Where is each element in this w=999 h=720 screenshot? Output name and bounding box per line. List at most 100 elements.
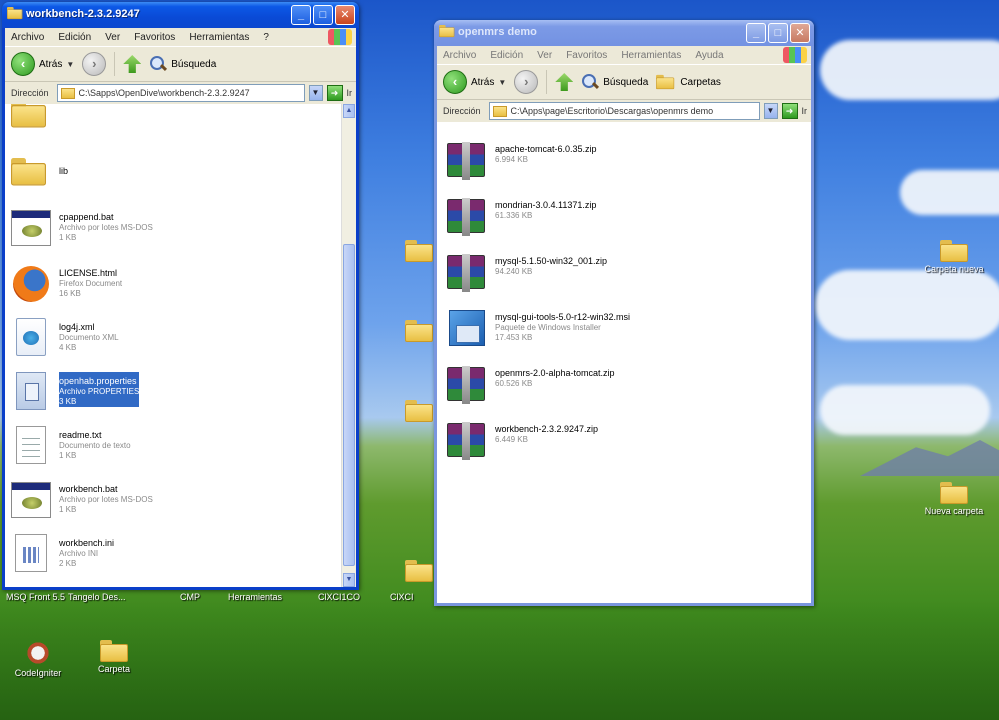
search-button[interactable]: Búsqueda [149,55,216,73]
folders-icon [656,74,675,90]
chevron-down-icon[interactable]: ▼ [66,60,74,69]
address-field[interactable]: C:\Sapps\OpenDive\workbench-2.3.2.9247 [56,84,305,102]
file-size: 4 KB [59,343,77,352]
scroll-up-arrow-icon[interactable]: ▲ [343,104,355,118]
file-item[interactable]: mondrian-3.0.4.11371.zip 61.336 KB [447,196,596,236]
file-item[interactable] [11,104,59,134]
file-size: 1 KB [59,451,77,460]
minimize-button[interactable]: _ [291,5,311,25]
close-button[interactable]: ✕ [790,23,810,43]
address-dropdown-button[interactable]: ▼ [763,103,778,119]
folder-up-button[interactable] [555,73,574,91]
file-item[interactable]: mysql-5.1.50-win32_001.zip 94.240 KB [447,252,607,292]
desktop-icon-label: Carpeta [97,664,131,674]
file-item-selected[interactable]: openhab.properties Archivo PROPERTIES 3 … [11,372,140,412]
folder-icon [492,105,507,117]
file-item[interactable]: cpappend.bat Archivo por lotes MS-DOS 1 … [11,208,153,248]
maximize-button[interactable]: □ [313,5,333,25]
folder-icon [405,560,433,582]
folder-icon [11,104,46,128]
batch-file-icon [11,210,51,246]
winrar-archive-icon [447,254,485,292]
file-item[interactable]: log4j.xml Documento XML 4 KB [11,318,119,358]
file-item[interactable]: workbench.bat Archivo por lotes MS-DOS 1… [11,480,153,520]
menu-ayuda[interactable]: Ayuda [695,50,723,61]
scroll-down-arrow-icon[interactable]: ▼ [343,573,355,587]
menu-edicion[interactable]: Edición [58,32,91,43]
close-button[interactable]: ✕ [335,5,355,25]
file-type: Firefox Document [59,279,123,288]
desktop-icon-label[interactable]: Herramientas [228,592,282,602]
file-type: Archivo PROPERTIES [59,387,140,396]
scrollbar-thumb[interactable] [343,244,355,566]
menu-archivo[interactable]: Archivo [11,32,44,43]
file-list[interactable]: apache-tomcat-6.0.35.zip 6.994 KB mondri… [437,122,811,603]
explorer-window-openmrs[interactable]: openmrs demo _ □ ✕ Archivo Edición Ver F… [434,20,814,606]
desktop-icon-label[interactable]: CMP [180,592,200,602]
folders-button[interactable]: Carpetas [656,71,721,93]
back-button[interactable]: ‹ Atrás ▼ [443,70,506,94]
go-button[interactable]: ➜ [781,103,798,119]
file-item[interactable]: workbench-2.3.2.9247.zip 6.449 KB [447,420,598,460]
minimize-button[interactable]: _ [746,23,766,43]
windows-logo-icon [328,29,352,45]
menu-herramientas[interactable]: Herramientas [621,50,681,61]
menu-favoritos[interactable]: Favoritos [134,32,175,43]
window-title: openmrs demo [458,26,537,38]
file-type: Documento XML [59,333,119,342]
file-name: cpappend.bat [59,212,114,222]
codeigniter-icon [24,640,52,666]
menu-ver[interactable]: Ver [537,50,552,61]
desktop-icon-label[interactable]: ClXCI1CO [318,592,360,602]
desktop-icon-label[interactable]: Tangelo Des... [68,592,126,602]
batch-file-icon [11,482,51,518]
file-item[interactable]: mysql-gui-tools-5.0-r12-win32.msi Paquet… [447,308,630,348]
address-dropdown-button[interactable]: ▼ [308,85,323,101]
file-item[interactable]: apache-tomcat-6.0.35.zip 6.994 KB [447,140,597,180]
maximize-button[interactable]: □ [768,23,788,43]
file-size: 1 KB [59,505,77,514]
menu-herramientas[interactable]: Herramientas [189,32,249,43]
title-bar[interactable]: workbench-2.3.2.9247 _ □ ✕ [2,2,359,28]
file-name: readme.txt [59,430,102,440]
title-bar[interactable]: openmrs demo _ □ ✕ [434,20,814,46]
explorer-window-workbench[interactable]: workbench-2.3.2.9247 _ □ ✕ Archivo Edici… [2,2,359,590]
file-item[interactable]: lib [11,152,68,192]
desktop-icon-label[interactable]: MSQ Front 5.5 [6,592,65,602]
folder-icon [7,7,23,21]
file-item[interactable]: workbench.ini Archivo INI 2 KB [11,534,114,574]
file-item[interactable]: openmrs-2.0-alpha-tomcat.zip 60.526 KB [447,364,615,404]
menu-ayuda[interactable]: ? [263,32,269,43]
desktop-icon[interactable]: Carpeta nueva [918,240,990,275]
winrar-archive-icon [447,142,485,180]
desktop-icon-label[interactable]: ClXCI [390,592,414,602]
menu-bar: Archivo Edición Ver Favoritos Herramient… [437,46,811,65]
menu-archivo[interactable]: Archivo [443,50,476,61]
back-button[interactable]: ‹ Atrás ▼ [11,52,74,76]
file-item[interactable]: LICENSE.html Firefox Document 16 KB [11,264,122,304]
file-name: workbench-2.3.2.9247.zip [495,424,599,434]
file-name: log4j.xml [59,322,95,332]
forward-button[interactable]: › [82,52,107,76]
window-client: Archivo Edición Ver Favoritos Herramient… [5,28,356,587]
toolbar: ‹ Atrás ▼ › Búsqueda Carpetas [437,65,811,100]
desktop-icon[interactable]: CodeIgniter [2,640,74,679]
desktop-icon[interactable]: Nueva carpeta [918,482,990,517]
file-item[interactable]: readme.txt Documento de texto 1 KB [11,426,131,466]
menu-favoritos[interactable]: Favoritos [566,50,607,61]
file-name: mysql-gui-tools-5.0-r12-win32.msi [495,312,631,322]
menu-ver[interactable]: Ver [105,32,120,43]
vertical-scrollbar[interactable]: ▲ ▼ [341,104,356,587]
chevron-down-icon[interactable]: ▼ [498,78,506,87]
folder-up-button[interactable] [123,55,142,73]
menu-edicion[interactable]: Edición [490,50,523,61]
file-list[interactable]: lib cpappend.bat Archivo por lotes MS-DO… [5,104,356,587]
search-button[interactable]: Búsqueda [581,73,648,91]
address-field[interactable]: C:\Apps\page\Escritorio\Descargas\openmr… [488,102,760,120]
menu-bar: Archivo Edición Ver Favoritos Herramient… [5,28,356,47]
windows-logo-icon [783,47,807,63]
forward-button[interactable]: › [514,70,539,94]
folder-icon [11,158,46,186]
desktop-icon[interactable]: Carpeta [78,640,150,675]
go-button[interactable]: ➜ [326,85,343,101]
